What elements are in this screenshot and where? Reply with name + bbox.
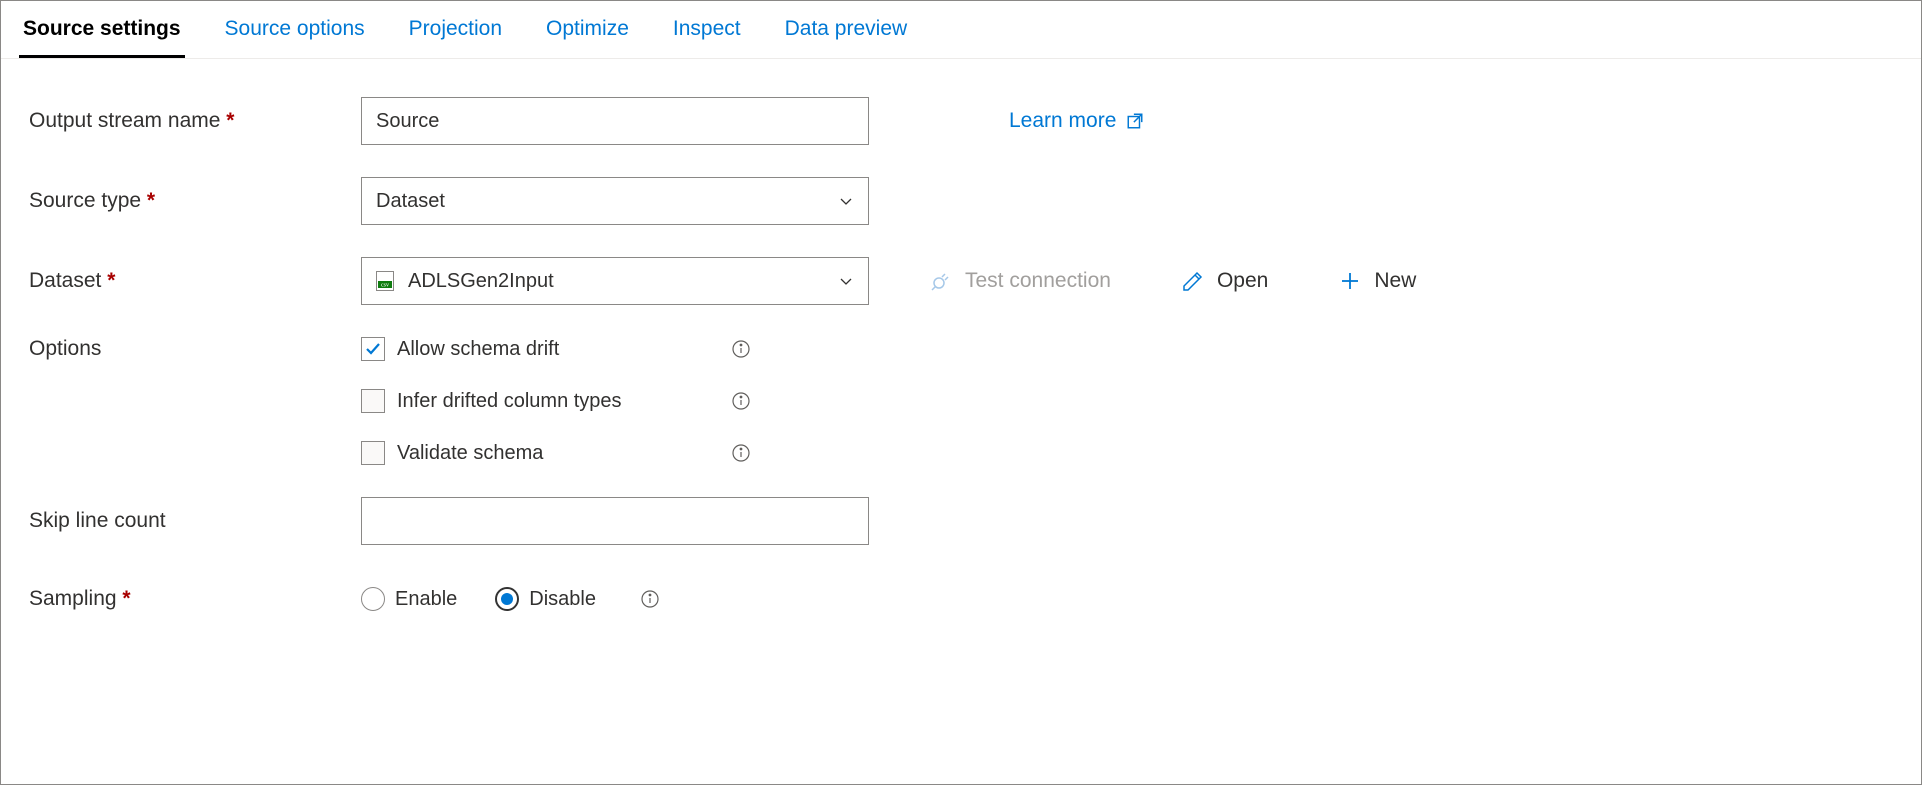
row-sampling: Sampling Enable Disable (29, 577, 1893, 621)
sampling-disable-radio[interactable]: Disable (495, 587, 596, 611)
csv-file-icon: csv (376, 271, 394, 291)
row-output-stream-name: Output stream name Source Learn more (29, 97, 1893, 145)
allow-schema-drift-checkbox[interactable] (361, 337, 385, 361)
tab-data-preview[interactable]: Data preview (781, 1, 912, 58)
test-connection-label: Test connection (965, 269, 1111, 293)
tab-inspect[interactable]: Inspect (669, 1, 745, 58)
allow-schema-drift-label: Allow schema drift (397, 338, 559, 361)
chevron-down-icon (838, 273, 854, 289)
row-options: Options Allow schema drift Infer drifted… (29, 337, 1893, 465)
sampling-disable-label: Disable (529, 588, 596, 611)
validate-schema-label: Validate schema (397, 442, 543, 465)
svg-text:csv: csv (381, 283, 389, 289)
infer-drifted-types-checkbox[interactable] (361, 389, 385, 413)
info-icon[interactable] (731, 443, 751, 463)
source-settings-form: Output stream name Source Learn more Sou… (1, 59, 1921, 621)
source-type-value: Dataset (376, 190, 445, 213)
sampling-enable-radio[interactable]: Enable (361, 587, 457, 611)
info-icon[interactable] (731, 391, 751, 411)
plus-icon (1338, 269, 1362, 293)
validate-schema-checkbox[interactable] (361, 441, 385, 465)
skip-line-count-label: Skip line count (29, 509, 361, 533)
external-link-icon (1126, 112, 1144, 130)
dataset-value: ADLSGen2Input (408, 270, 554, 293)
options-label: Options (29, 337, 361, 361)
pencil-icon (1181, 269, 1205, 293)
new-button[interactable]: New (1338, 269, 1416, 293)
open-label: Open (1217, 269, 1268, 293)
tab-source-settings[interactable]: Source settings (19, 1, 185, 58)
source-type-label: Source type (29, 189, 361, 213)
output-stream-name-input[interactable]: Source (361, 97, 869, 145)
plug-icon (929, 269, 953, 293)
sampling-enable-label: Enable (395, 588, 457, 611)
row-dataset: Dataset csv ADLSGen2Input (29, 257, 1893, 305)
tab-source-options[interactable]: Source options (221, 1, 369, 58)
tab-optimize[interactable]: Optimize (542, 1, 633, 58)
learn-more-link[interactable]: Learn more (1009, 109, 1144, 133)
sampling-label: Sampling (29, 587, 361, 611)
info-icon[interactable] (640, 589, 660, 609)
dataset-label: Dataset (29, 269, 361, 293)
learn-more-label: Learn more (1009, 109, 1116, 133)
output-stream-name-label: Output stream name (29, 109, 361, 133)
tab-projection[interactable]: Projection (405, 1, 506, 58)
chevron-down-icon (838, 193, 854, 209)
new-label: New (1374, 269, 1416, 293)
row-source-type: Source type Dataset (29, 177, 1893, 225)
check-icon (363, 339, 383, 359)
dataset-select[interactable]: csv ADLSGen2Input (361, 257, 869, 305)
tab-bar: Source settings Source options Projectio… (1, 1, 1921, 59)
info-icon[interactable] (731, 339, 751, 359)
source-type-select[interactable]: Dataset (361, 177, 869, 225)
infer-drifted-types-label: Infer drifted column types (397, 390, 622, 413)
row-skip-line-count: Skip line count (29, 497, 1893, 545)
open-button[interactable]: Open (1181, 269, 1268, 293)
skip-line-count-input[interactable] (361, 497, 869, 545)
test-connection-button[interactable]: Test connection (929, 269, 1111, 293)
